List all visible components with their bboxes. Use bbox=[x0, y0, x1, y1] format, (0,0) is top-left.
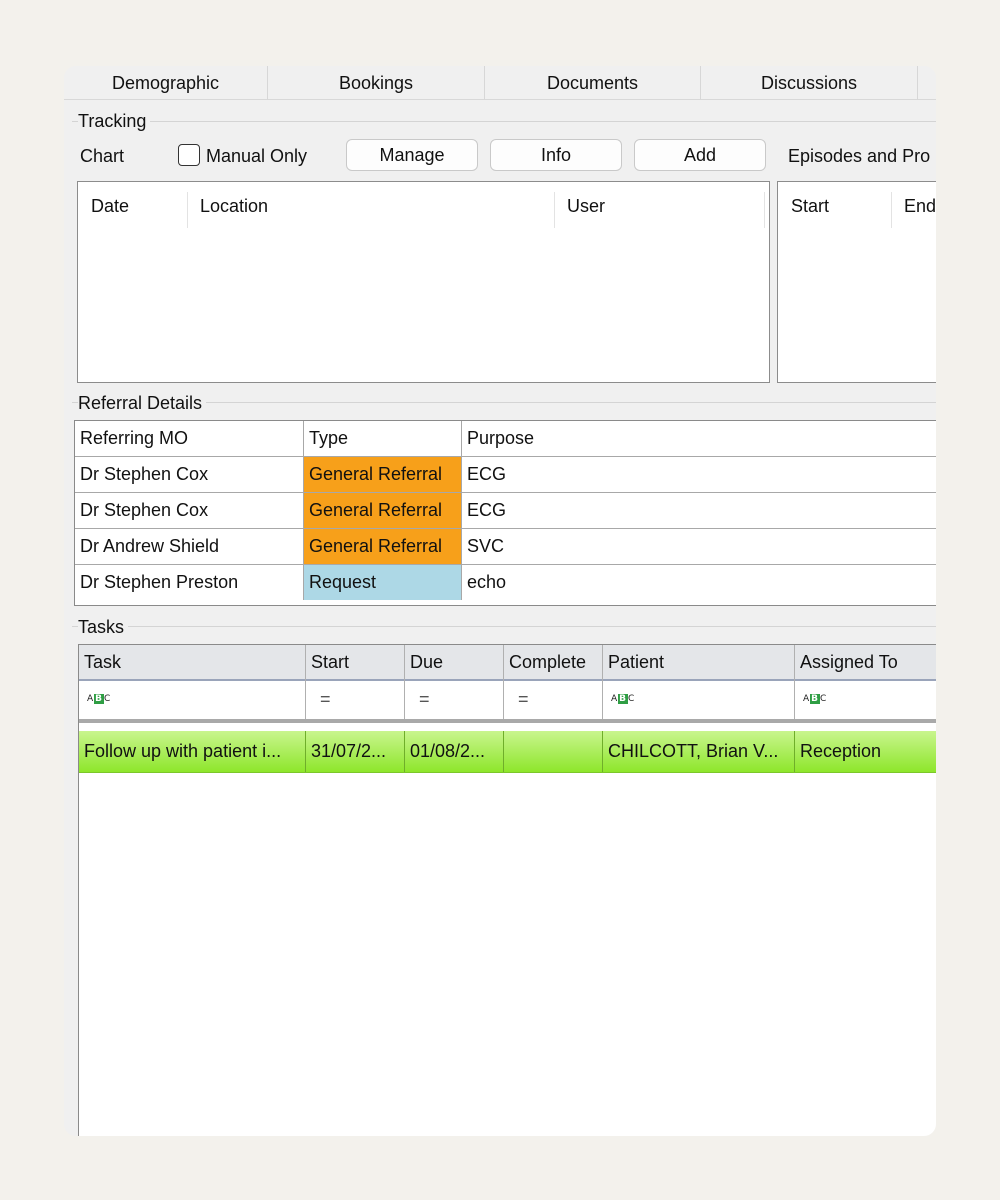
table-row[interactable]: Dr Stephen Cox General Referral ECG bbox=[75, 493, 936, 529]
patient-cell: CHILCOTT, Brian V... bbox=[603, 731, 795, 772]
referring-mo-cell: Dr Andrew Shield bbox=[75, 529, 304, 564]
purpose-cell: SVC bbox=[467, 536, 505, 556]
start-filter-cell[interactable]: = bbox=[306, 681, 405, 719]
col-patient[interactable]: Patient bbox=[603, 645, 795, 681]
purpose-cell: echo bbox=[467, 572, 507, 592]
tasks-header-row: Task Start Due Complete Patient Assigned… bbox=[79, 645, 936, 681]
text-filter-icon[interactable]: ABC bbox=[87, 694, 111, 704]
tab-demographic[interactable]: Demographic bbox=[64, 66, 268, 100]
col-type[interactable]: Type bbox=[304, 421, 462, 456]
referring-mo-cell: Dr Stephen Cox bbox=[75, 457, 304, 492]
assigned-filter-cell[interactable]: ABC bbox=[795, 681, 936, 719]
col-start[interactable]: Start bbox=[791, 194, 829, 218]
episodes-list[interactable]: Start End bbox=[777, 181, 936, 383]
tab-bookings[interactable]: Bookings bbox=[268, 66, 485, 100]
equals-filter-icon[interactable]: = bbox=[518, 689, 529, 710]
type-cell: General Referral bbox=[304, 529, 462, 564]
col-referring-mo[interactable]: Referring MO bbox=[75, 421, 304, 456]
referring-mo-cell: Dr Stephen Preston bbox=[75, 565, 304, 600]
table-row[interactable]: Dr Stephen Preston Request echo bbox=[75, 565, 936, 601]
tracking-title: Tracking bbox=[78, 110, 151, 132]
equals-filter-icon[interactable]: = bbox=[320, 689, 331, 710]
tracking-group-border bbox=[72, 121, 936, 122]
info-button[interactable]: Info bbox=[490, 139, 622, 171]
col-due[interactable]: Due bbox=[405, 645, 504, 681]
col-user[interactable]: User bbox=[567, 194, 605, 218]
tasks-group-border bbox=[72, 626, 936, 627]
manual-only-checkbox[interactable] bbox=[178, 144, 200, 166]
col-complete[interactable]: Complete bbox=[504, 645, 603, 681]
patient-record-window: Demographic Bookings Documents Discussio… bbox=[64, 66, 936, 1136]
col-task[interactable]: Task bbox=[79, 645, 306, 681]
col-assigned-to[interactable]: Assigned To bbox=[795, 645, 936, 681]
type-cell: Request bbox=[304, 565, 462, 600]
purpose-cell: ECG bbox=[467, 500, 507, 520]
patient-filter-cell[interactable]: ABC bbox=[603, 681, 795, 719]
referral-grid[interactable]: Referring MO Type Purpose Dr Stephen Cox… bbox=[74, 420, 936, 606]
col-date[interactable]: Date bbox=[91, 194, 129, 218]
col-location[interactable]: Location bbox=[200, 194, 268, 218]
table-row[interactable]: Dr Stephen Cox General Referral ECG bbox=[75, 457, 936, 493]
referring-mo-cell: Dr Stephen Cox bbox=[75, 493, 304, 528]
manual-only-label: Manual Only bbox=[206, 146, 308, 166]
assigned-cell: Reception bbox=[800, 741, 882, 761]
episodes-label: Episodes and Pro bbox=[788, 146, 931, 166]
chart-label: Chart bbox=[80, 146, 125, 166]
text-filter-icon[interactable]: ABC bbox=[611, 694, 635, 704]
type-cell: General Referral bbox=[304, 493, 462, 528]
col-start[interactable]: Start bbox=[306, 645, 405, 681]
table-row[interactable]: Dr Andrew Shield General Referral SVC bbox=[75, 529, 936, 565]
col-end[interactable]: End bbox=[904, 194, 936, 218]
task-filter-cell[interactable]: ABC bbox=[79, 681, 306, 719]
tasks-title: Tasks bbox=[78, 616, 129, 638]
type-cell: General Referral bbox=[304, 457, 462, 492]
text-filter-icon[interactable]: ABC bbox=[803, 694, 827, 704]
manage-button[interactable]: Manage bbox=[346, 139, 478, 171]
complete-filter-cell[interactable]: = bbox=[504, 681, 603, 719]
tab-discussions[interactable]: Discussions bbox=[701, 66, 918, 100]
tab-bar: Demographic Bookings Documents Discussio… bbox=[64, 66, 936, 100]
equals-filter-icon[interactable]: = bbox=[419, 689, 430, 710]
filter-row: ABC = = = ABC ABC bbox=[79, 681, 936, 723]
col-purpose[interactable]: Purpose bbox=[462, 421, 936, 456]
purpose-cell: ECG bbox=[467, 464, 507, 484]
add-button[interactable]: Add bbox=[634, 139, 766, 171]
tab-documents[interactable]: Documents bbox=[485, 66, 701, 100]
referral-title: Referral Details bbox=[78, 392, 207, 414]
start-cell: 31/07/2... bbox=[306, 731, 405, 772]
task-cell: Follow up with patient i... bbox=[79, 731, 306, 772]
tracking-list[interactable]: Date Location User bbox=[77, 181, 770, 383]
due-filter-cell[interactable]: = bbox=[405, 681, 504, 719]
referral-header-row: Referring MO Type Purpose bbox=[75, 421, 936, 457]
tasks-grid[interactable]: Task Start Due Complete Patient Assigned… bbox=[78, 644, 936, 1136]
complete-cell bbox=[504, 731, 603, 772]
table-row[interactable]: Follow up with patient i... 31/07/2... 0… bbox=[79, 731, 936, 773]
due-cell: 01/08/2... bbox=[405, 731, 504, 772]
